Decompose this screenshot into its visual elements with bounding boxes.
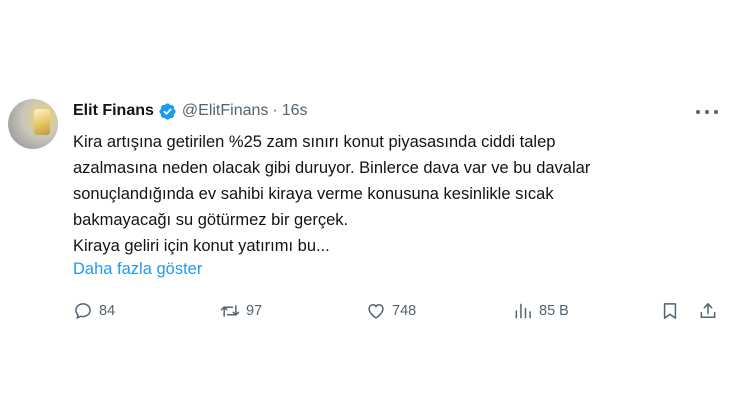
tweet-text-line: sonuçlandığında ev sahibi kiraya verme k… — [73, 185, 554, 203]
retweet-icon — [220, 305, 240, 317]
reply-icon — [75, 303, 91, 319]
tweet-header: Elit Finans @ElitFinans · 16s — [73, 100, 308, 122]
bookmark-button[interactable] — [660, 298, 680, 324]
bookmark-icon — [663, 303, 677, 319]
tweet-text-line: azalmasına neden olacak gibi duruyor. Bi… — [73, 159, 591, 177]
views-button[interactable]: 85 B — [513, 298, 569, 324]
share-button[interactable] — [698, 298, 718, 324]
action-bar: 84 97 748 85 B — [0, 298, 730, 324]
tweet-text-line: Kira artışına getirilen %25 zam sınırı k… — [73, 133, 556, 151]
more-icon[interactable] — [696, 103, 718, 121]
author-handle[interactable]: @ElitFinans — [182, 102, 269, 120]
retweet-button[interactable]: 97 — [220, 298, 262, 324]
timestamp[interactable]: 16s — [282, 102, 308, 120]
tweet-text-line: bakmayacağı su götürmez bir gerçek. — [73, 211, 349, 229]
like-button[interactable]: 748 — [366, 298, 416, 324]
avatar-logo — [34, 109, 50, 135]
show-more-link[interactable]: Daha fazla göster — [73, 257, 202, 281]
tweet-text: Kira artışına getirilen %25 zam sınırı k… — [73, 129, 713, 259]
share-icon — [700, 303, 716, 318]
like-icon — [368, 304, 384, 319]
reply-count: 84 — [99, 303, 116, 319]
verified-badge-icon — [159, 102, 176, 120]
reply-button[interactable]: 84 — [73, 298, 115, 324]
tweet[interactable]: Elit Finans @ElitFinans · 16s Kira artış… — [0, 0, 730, 420]
author-name[interactable]: Elit Finans — [73, 102, 154, 120]
like-count: 748 — [392, 303, 417, 319]
view-count: 85 B — [539, 303, 569, 319]
retweet-count: 97 — [246, 303, 263, 319]
tweet-text-line: Kiraya geliri için konut yatırımı bu... — [73, 237, 330, 255]
views-icon — [515, 303, 531, 319]
avatar[interactable] — [8, 99, 58, 149]
separator-dot: · — [272, 102, 278, 119]
